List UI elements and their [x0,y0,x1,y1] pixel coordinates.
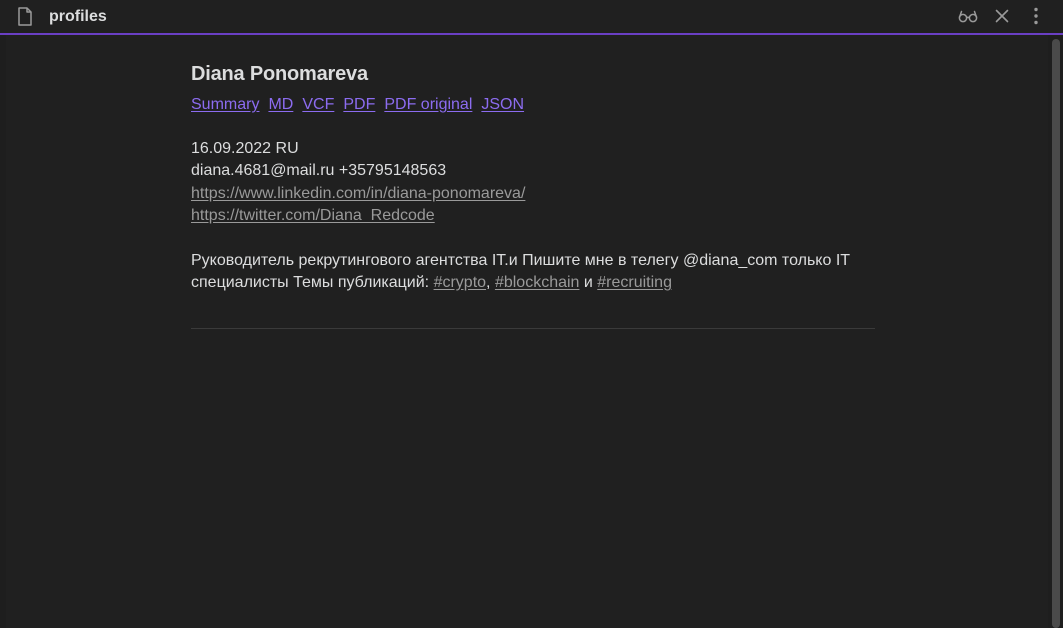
profile-document: Diana Ponomareva Summary MD VCF PDF PDF … [191,60,875,329]
vcf-link[interactable]: VCF [302,94,334,117]
more-options-button[interactable] [1025,5,1047,27]
json-link[interactable]: JSON [481,94,524,117]
twitter-link[interactable]: https://twitter.com/Diana_Redcode [191,207,435,224]
glasses-icon [958,10,978,23]
reading-mode-button[interactable] [957,5,979,27]
tab-title: profiles [49,8,107,25]
tag-separator: , [486,274,495,291]
tag-blockchain[interactable]: #blockchain [495,274,580,291]
tag-crypto[interactable]: #crypto [434,274,486,291]
contact-info: diana.4681@mail.ru +35795148563 [191,162,447,179]
profile-nav-links: Summary MD VCF PDF PDF original JSON [191,94,875,117]
date-country: 16.09.2022 RU [191,139,299,157]
close-button[interactable] [991,5,1013,27]
tab-actions [957,5,1047,27]
tag-conjunction: и [579,274,598,291]
profile-name: Diana Ponomareva [191,63,368,85]
tag-recruiting[interactable]: #recruiting [597,274,672,291]
pdf-link[interactable]: PDF [343,94,375,117]
vertical-scrollbar[interactable] [1052,39,1060,628]
profile-details: 16.09.2022 RU diana.4681@mail.ru +357951… [191,138,875,228]
close-icon [995,9,1009,23]
md-link[interactable]: MD [268,94,293,117]
more-vertical-icon [1034,7,1038,25]
file-icon [18,7,32,26]
profile-bio: Руководитель рекрутингового агентства IT… [191,250,875,295]
tab-header: profiles [0,0,1063,35]
app-window: profiles Diana Ponomareva Summary MD VCF… [0,0,1063,628]
linkedin-link[interactable]: https://www.linkedin.com/in/diana-ponoma… [191,185,525,202]
summary-link[interactable]: Summary [191,94,259,117]
horizontal-divider [191,327,875,329]
pdf-original-link[interactable]: PDF original [384,94,472,117]
